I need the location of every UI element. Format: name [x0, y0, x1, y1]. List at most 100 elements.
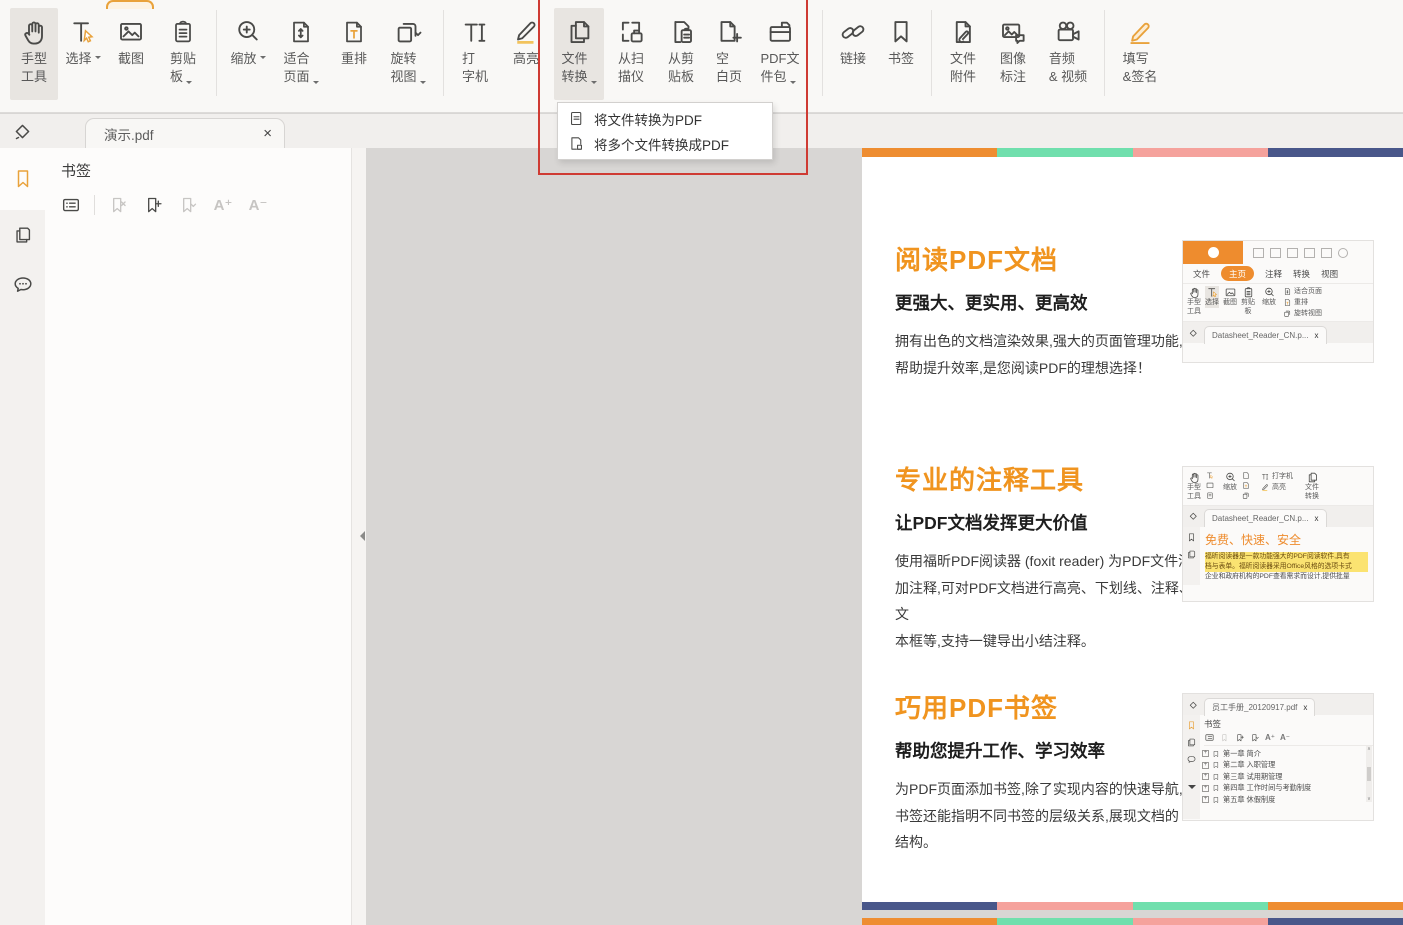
document-tab[interactable]: 演示.pdf ×	[85, 118, 285, 148]
mini-side-tools: 适合页面 重排 旋转视图	[1283, 286, 1322, 318]
fill-sign-button[interactable]: 填写 &签名	[1113, 8, 1167, 100]
blank-page-button[interactable]: 空 白页	[708, 8, 750, 100]
convert-dropdown-menu: 将文件转换为PDF 将多个文件转换成PDF	[557, 102, 773, 160]
bookmark-list-options-button[interactable]	[59, 193, 83, 217]
section-subheading: 帮助您提升工作、学习效率	[895, 738, 1195, 763]
reflow-button[interactable]: 重排	[331, 8, 377, 100]
mini-pencil-icon	[1187, 327, 1199, 339]
toolbar-separator	[443, 10, 444, 96]
mini-tool: 剪贴 板	[1241, 286, 1255, 317]
mini-titlebar	[1183, 241, 1373, 264]
tool-label: 从扫 描仪	[618, 51, 644, 84]
dropdown-arrow	[313, 81, 319, 87]
file-attachment-button[interactable]: 文件 附件	[940, 8, 986, 100]
image-annotation-button[interactable]: 图像 标注	[990, 8, 1036, 100]
mini-stacked-tools	[1205, 471, 1215, 500]
section-annotation-tools: 专业的注释工具 让PDF文档发挥更大价值 使用福昕PDF阅读器 (foxit r…	[895, 460, 1195, 654]
section-heading: 阅读PDF文档	[895, 240, 1195, 277]
image-annotation-icon	[998, 14, 1028, 50]
doc-lines-icon	[568, 110, 585, 127]
typewriter-button[interactable]: 打 字机	[452, 8, 498, 100]
link-button[interactable]: 链接	[831, 8, 875, 100]
mini-bookmark-item: +第四章 工作时间与考勤制度	[1202, 783, 1373, 795]
scanner-icon	[616, 14, 646, 50]
pdf-page-2-top	[862, 918, 1403, 925]
mini-tab-row: 员工手册_20120917.pdfx	[1183, 694, 1373, 715]
pdf-portfolio-button[interactable]: PDF文 件包	[754, 8, 806, 100]
section-pdf-bookmarks: 巧用PDF书签 帮助您提升工作、学习效率 为PDF页面添加书签,除了实现内容的快…	[895, 688, 1195, 856]
section-body: 使用福昕PDF阅读器 (foxit reader) 为PDF文件添 加注释,可对…	[895, 548, 1195, 654]
dropdown-arrow	[186, 81, 192, 87]
mini-menu-row: 文件 主页 注释 转换 视图	[1183, 264, 1373, 283]
strip-comments-tab[interactable]	[0, 260, 45, 310]
fit-page-button[interactable]: 适合 页面	[275, 8, 327, 100]
menu-item-convert-multiple[interactable]: 将多个文件转换成PDF	[558, 131, 772, 156]
blank-page-icon	[714, 14, 744, 50]
file-convert-button[interactable]: 文件 转换	[554, 8, 604, 100]
clipboard-button[interactable]: 剪贴 板	[158, 8, 208, 100]
tool-label: 高亮	[513, 51, 539, 66]
mini-bookmark-item: +第一章 简介	[1202, 748, 1373, 760]
from-clipboard-button[interactable]: 从剪 贴板	[658, 8, 704, 100]
comment-bubble-icon	[11, 273, 35, 297]
tool-label: 书签	[888, 51, 914, 66]
decrease-text-size-button[interactable]: A⁻	[246, 193, 270, 217]
tool-label: 截图	[118, 51, 144, 66]
toolbar-separator	[216, 10, 217, 96]
increase-text-size-button[interactable]: A⁺	[211, 193, 235, 217]
dropdown-arrow	[790, 81, 796, 87]
mini-tool: 截图	[1223, 286, 1237, 308]
mini-menu-item-active: 主页	[1221, 266, 1254, 281]
expand-bookmark-button[interactable]	[176, 193, 200, 217]
tool-label: 重排	[341, 51, 367, 66]
attachment-icon	[948, 14, 978, 50]
tool-label: 从剪 贴板	[668, 51, 694, 84]
snapshot-button[interactable]: 截图	[108, 8, 154, 100]
multi-doc-icon	[568, 135, 585, 152]
mini-menu-item: 视图	[1321, 268, 1338, 280]
mini-highlighted-line: 档与表单。福昕阅读器采用Office风格的选项卡式	[1205, 562, 1368, 572]
rotate-view-icon	[393, 14, 423, 50]
pages-icon	[12, 223, 34, 247]
tool-label: 文件 附件	[950, 51, 976, 84]
strip-pages-tab[interactable]	[0, 210, 45, 260]
mini-tool: 选择	[1205, 286, 1219, 308]
strip-bookmarks-tab[interactable]	[0, 148, 45, 210]
annotate-pencil-icon[interactable]	[10, 119, 34, 143]
mini-screenshot-reader: 文件 主页 注释 转换 视图 手型 工具 选择 截图 剪贴 板	[1182, 240, 1374, 363]
tool-label: 文件 转换	[561, 51, 587, 84]
tool-label: 旋转 视图	[390, 51, 416, 84]
rotate-view-button[interactable]: 旋转 视图	[381, 8, 435, 100]
tool-label: 填写 &签名	[1123, 51, 1158, 84]
add-bookmark-button[interactable]	[141, 193, 165, 217]
page-top-stripe	[862, 148, 1403, 157]
tool-label: 选择	[65, 51, 91, 66]
tab-close-icon[interactable]: ×	[263, 126, 272, 141]
document-tab-title: 演示.pdf	[104, 124, 263, 144]
document-view-area[interactable]: 阅读PDF文档 更强大、更实用、更高效 拥有出色的文档渲染效果,强大的页面管理功…	[366, 148, 1403, 925]
panel-collapse-handle[interactable]	[352, 148, 366, 925]
from-scanner-button[interactable]: 从扫 描仪	[608, 8, 654, 100]
dropdown-arrow	[260, 56, 266, 62]
bookmark-button[interactable]: 书签	[879, 8, 923, 100]
mini-highlighted-line: 福昕阅读器是一款功能强大的PDF阅读软件,具有	[1205, 552, 1368, 562]
panel-toolbar-separator	[94, 195, 95, 215]
hand-icon	[19, 14, 49, 50]
typewriter-icon	[460, 14, 490, 50]
mini-panel-toolbar: A⁺ A⁻	[1204, 732, 1373, 746]
delete-bookmark-button[interactable]	[106, 193, 130, 217]
pdf-page-1: 阅读PDF文档 更强大、更实用、更高效 拥有出色的文档渲染效果,强大的页面管理功…	[862, 148, 1403, 910]
mini-bookmark-tree: +第一章 简介 +第二章 入职管理 +第三章 试用期管理 +第四章 工作时间与考…	[1200, 746, 1373, 806]
highlight-button[interactable]: 高亮	[502, 8, 550, 100]
mini-menu-item: 转换	[1293, 268, 1310, 280]
menu-item-convert-file[interactable]: 将文件转换为PDF	[558, 106, 772, 131]
select-tool-button[interactable]: 选择	[62, 8, 104, 100]
hand-tool-button[interactable]: 手型 工具	[10, 8, 58, 100]
tool-label: 手型 工具	[21, 51, 47, 84]
section-heading: 专业的注释工具	[895, 460, 1195, 497]
toolbar-separator	[931, 10, 932, 96]
section-body: 拥有出色的文档渲染效果,强大的页面管理功能, 帮助提升效率,是您阅读PDF的理想…	[895, 328, 1195, 381]
audio-video-button[interactable]: 音频 & 视频	[1040, 8, 1096, 100]
zoom-button[interactable]: 缩放	[225, 8, 271, 100]
main-toolbar: 手型 工具 选择 截图 剪贴 板 缩放 适合 页面 重排	[0, 0, 1403, 113]
